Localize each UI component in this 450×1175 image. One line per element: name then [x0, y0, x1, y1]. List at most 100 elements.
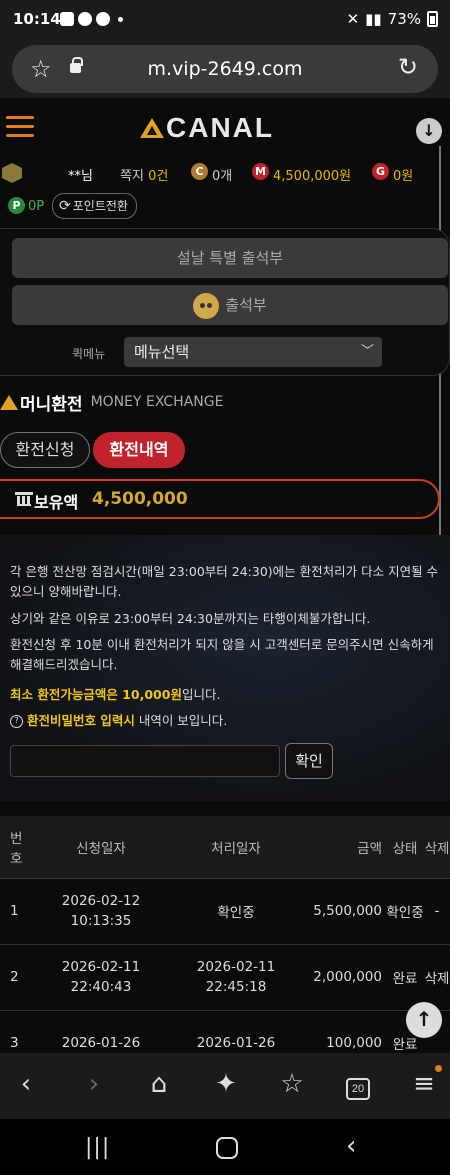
logo-triangle-icon	[140, 118, 164, 138]
home-button-icon[interactable]	[216, 1137, 238, 1159]
table-row: 2 2026-02-11 22:40:43 2026-02-11 22:45:18 …	[0, 943, 450, 1010]
coin-icon: C	[191, 163, 208, 180]
row-amount: 2,000,000	[300, 943, 386, 1010]
row-status: 완료	[386, 943, 424, 1010]
recent-apps-icon[interactable]: |||	[85, 1135, 110, 1160]
point-convert-label: 포인트전환	[72, 199, 128, 213]
notes-link[interactable]: 쪽지 0건	[120, 165, 168, 184]
request-time: 22:40:43	[70, 979, 132, 995]
notice-line-2: 상기와 같은 이유로 23:00부터 24:30분까지는 타행이체불가합니다.	[10, 611, 371, 626]
request-date: 2026-01-26	[61, 1035, 141, 1052]
table-header-row: 번호 신청일자 처리일자 금액 상태 삭제	[0, 816, 450, 878]
point-row: P 0P ⟳ 포인트전환	[0, 193, 450, 221]
mute-icon: ✕	[346, 10, 360, 28]
back-icon[interactable]: ‹	[8, 1069, 44, 1099]
header-request-date: 신청일자	[30, 816, 172, 878]
sparkle-icon[interactable]: ✦	[208, 1069, 244, 1099]
request-date: 2026-02-11	[61, 959, 141, 975]
row-request-date: 2026-02-12 10:13:35	[30, 877, 172, 944]
gold-icon: G	[372, 163, 389, 180]
section-title-en: MONEY EXCHANGE	[90, 394, 224, 410]
row-no: 2	[0, 943, 30, 1010]
system-back-icon[interactable]: ‹	[346, 1131, 356, 1161]
quick-menu-value: 메뉴선택	[134, 343, 190, 361]
site-logo[interactable]: CANAL	[140, 112, 274, 144]
download-icon[interactable]: ↓	[416, 118, 442, 144]
hamburger-menu-icon[interactable]	[6, 116, 34, 143]
row-amount: 5,500,000	[300, 877, 386, 944]
user-info-row: **님 쪽지 0건 C 0개 M 4,500,000원 G 0원	[0, 163, 450, 185]
attendance-face-icon	[193, 292, 220, 319]
chevron-down-icon: ﹀	[360, 344, 374, 359]
more-notifications-icon	[118, 17, 123, 22]
scroll-top-icon[interactable]: ↑	[406, 1002, 442, 1038]
notice-line-1: 각 은행 전산망 점검시간(매일 23:00부터 24:30)에는 환전처리가 …	[10, 564, 439, 599]
system-nav-bar: ||| ‹	[0, 1119, 450, 1175]
balance-box: 보유액 4,500,000	[0, 479, 440, 519]
row-delete-button[interactable]: 삭제	[424, 943, 450, 1010]
quick-menu-label: 퀵메뉴	[72, 347, 106, 361]
status-right: ✕ ▮▮ 73%	[347, 10, 438, 28]
notes-count: 0건	[148, 169, 169, 184]
status-bar: 10:14 ✕ ▮▮ 73%	[0, 0, 450, 40]
tab-exchange-history[interactable]: 환전내역	[93, 432, 185, 468]
section-title: 머니환전 MONEY EXCHANGE	[0, 390, 224, 415]
quick-menu-select[interactable]: 메뉴선택 ﹀	[124, 337, 382, 367]
battery-percent: 73%	[387, 10, 421, 28]
url-text[interactable]: m.vip-2649.com	[12, 58, 438, 80]
gallery-icon	[60, 12, 74, 26]
row-process-date: 2026-02-11 22:45:18	[172, 943, 300, 1010]
notification-icons	[60, 12, 123, 26]
exchange-password-input[interactable]	[10, 745, 280, 777]
attendance-button[interactable]: 출석부	[12, 285, 448, 325]
web-content: CANAL ↓ **님 쪽지 0건 C 0개 M 4,500,000원 G 0원…	[0, 98, 450, 1053]
quick-panel: 설날 특별 출석부 출석부 퀵메뉴 메뉴선택 ﹀	[0, 228, 450, 376]
coin-value: 0개	[212, 169, 233, 184]
notice-line-5-rest: 내역이 보입니다.	[134, 713, 228, 728]
header-status: 상태	[386, 816, 424, 878]
row-process-date: 확인중	[172, 877, 300, 944]
menu-badge-dot	[435, 1065, 442, 1072]
point-convert-button[interactable]: ⟳ 포인트전환	[52, 193, 137, 219]
row-delete: -	[424, 877, 450, 944]
header-delete: 삭제	[424, 816, 450, 878]
header-amount: 금액	[300, 816, 386, 878]
balance-label: 보유액	[34, 493, 79, 512]
favorites-star-icon[interactable]: ☆	[274, 1069, 310, 1099]
browser-bottom-bar: ‹ › ⌂ ✦ ☆ 20 ≡	[0, 1053, 450, 1119]
process-time: 22:45:18	[205, 979, 267, 995]
row-process-date: 2026-01-26	[172, 1009, 300, 1053]
mileage-value: 4,500,000원	[273, 169, 352, 184]
notice-line-4-rest: 입니다.	[181, 687, 221, 702]
tab-exchange-apply[interactable]: 환전신청	[0, 432, 90, 468]
username: **님	[68, 169, 93, 184]
home-icon[interactable]: ⌂	[141, 1069, 177, 1099]
row-amount: 100,000	[300, 1009, 386, 1053]
row-no: 1	[0, 877, 30, 944]
request-time: 10:13:35	[70, 913, 132, 929]
min-amount-highlight: 최소 환전가능금액은 10,000원	[10, 687, 182, 702]
section-triangle-icon	[0, 394, 18, 410]
forward-icon[interactable]: ›	[76, 1069, 112, 1099]
row-request-date: 2026-01-26	[30, 1009, 172, 1053]
notice-line-3: 환전신청 후 10분 이내 환전처리가 되지 않을 시 고객센터로 문의주시면 …	[10, 637, 434, 672]
notes-label: 쪽지	[120, 169, 144, 184]
browser-toolbar: ☆ m.vip-2649.com ↻	[0, 40, 450, 98]
point-value: 0P	[28, 199, 45, 214]
status-time: 10:14	[13, 10, 61, 28]
confirm-button[interactable]: 확인	[285, 743, 333, 779]
password-highlight: 환전비밀번호 입력시	[26, 713, 135, 728]
reload-icon[interactable]: ↻	[398, 53, 418, 81]
battery-icon	[427, 11, 438, 27]
tab-count: 20	[346, 1078, 370, 1100]
process-date: 2026-02-11	[196, 959, 276, 975]
request-date: 2026-02-12	[61, 893, 141, 909]
notice-box: 각 은행 전산망 점검시간(매일 23:00부터 24:30)에는 환전처리가 …	[0, 535, 450, 801]
event-attendance-button[interactable]: 설날 특별 출석부	[12, 238, 448, 278]
header-no: 번호	[0, 816, 30, 878]
address-bar[interactable]: ☆ m.vip-2649.com ↻	[12, 45, 438, 93]
tabs-button[interactable]: 20	[340, 1069, 376, 1100]
balance-value: 4,500,000	[92, 489, 188, 509]
notice-line-4: 최소 환전가능금액은 10,000원입니다.	[10, 685, 440, 705]
menu-icon[interactable]: ≡	[406, 1065, 442, 1099]
